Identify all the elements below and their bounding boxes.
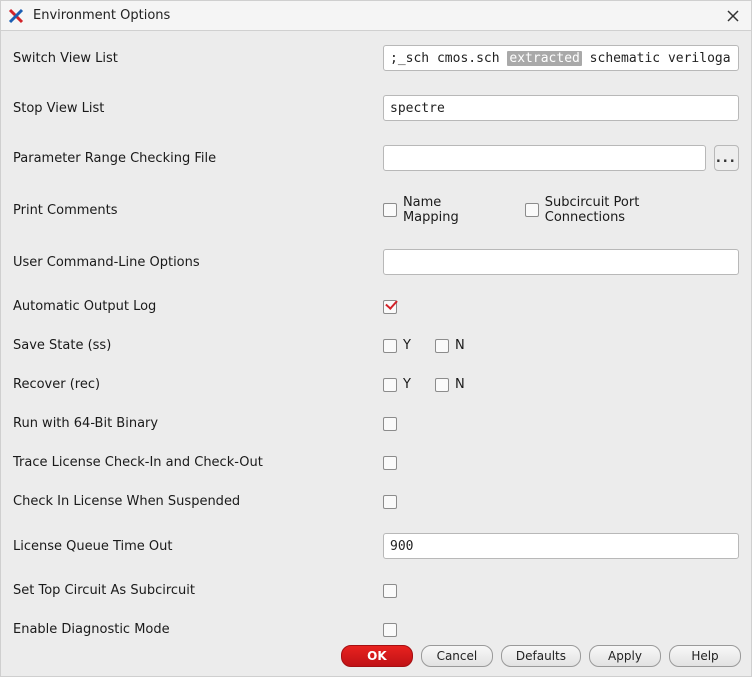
auto-output-log-checkbox[interactable] (383, 300, 397, 314)
app-icon (7, 7, 25, 25)
save-state-label: Save State (ss) (13, 338, 383, 353)
switch-view-list-label: Switch View List (13, 51, 383, 66)
close-icon[interactable] (721, 4, 745, 28)
cancel-button[interactable]: Cancel (421, 645, 493, 667)
set-top-subcircuit-label: Set Top Circuit As Subcircuit (13, 583, 383, 598)
recover-n-label: N (455, 377, 465, 392)
titlebar: Environment Options (1, 1, 751, 31)
switch-view-suffix: schematic veriloga (582, 51, 731, 66)
param-range-file-label: Parameter Range Checking File (13, 151, 383, 166)
recover-label: Recover (rec) (13, 377, 383, 392)
switch-view-prefix: ;_sch cmos.sch (390, 51, 507, 66)
button-bar: OK Cancel Defaults Apply Help (1, 644, 751, 676)
help-button[interactable]: Help (669, 645, 741, 667)
set-top-subcircuit-checkbox[interactable] (383, 584, 397, 598)
name-mapping-checkbox[interactable] (383, 203, 397, 217)
subcircuit-port-checkbox[interactable] (525, 203, 539, 217)
run-64bit-label: Run with 64-Bit Binary (13, 416, 383, 431)
user-cli-label: User Command-Line Options (13, 255, 383, 270)
param-range-file-input[interactable] (383, 145, 706, 171)
form-content: Switch View List ;_sch cmos.sch extracte… (1, 31, 751, 644)
license-queue-timeout-input[interactable] (383, 533, 739, 559)
save-state-n-checkbox[interactable] (435, 339, 449, 353)
run-64bit-checkbox[interactable] (383, 417, 397, 431)
trace-license-checkbox[interactable] (383, 456, 397, 470)
save-state-n-label: N (455, 338, 465, 353)
recover-y-checkbox[interactable] (383, 378, 397, 392)
trace-license-label: Trace License Check-In and Check-Out (13, 455, 383, 470)
auto-output-log-label: Automatic Output Log (13, 299, 383, 314)
defaults-button[interactable]: Defaults (501, 645, 581, 667)
enable-diag-checkbox[interactable] (383, 623, 397, 637)
name-mapping-label: Name Mapping (403, 195, 501, 225)
ok-button[interactable]: OK (341, 645, 413, 667)
browse-button[interactable]: ... (714, 145, 739, 171)
checkin-suspended-checkbox[interactable] (383, 495, 397, 509)
stop-view-list-input[interactable] (383, 95, 739, 121)
switch-view-list-input[interactable]: ;_sch cmos.sch extracted schematic veril… (383, 45, 739, 71)
recover-y-label: Y (403, 377, 411, 392)
stop-view-list-label: Stop View List (13, 101, 383, 116)
save-state-y-label: Y (403, 338, 411, 353)
apply-button[interactable]: Apply (589, 645, 661, 667)
recover-n-checkbox[interactable] (435, 378, 449, 392)
switch-view-selected: extracted (507, 51, 581, 66)
save-state-y-checkbox[interactable] (383, 339, 397, 353)
window-title: Environment Options (33, 8, 721, 23)
user-cli-input[interactable] (383, 249, 739, 275)
environment-options-window: Environment Options Switch View List ;_s… (0, 0, 752, 677)
subcircuit-port-label: Subcircuit Port Connections (545, 195, 723, 225)
enable-diag-label: Enable Diagnostic Mode (13, 622, 383, 637)
checkin-suspended-label: Check In License When Suspended (13, 494, 383, 509)
print-comments-label: Print Comments (13, 203, 383, 218)
license-queue-timeout-label: License Queue Time Out (13, 539, 383, 554)
